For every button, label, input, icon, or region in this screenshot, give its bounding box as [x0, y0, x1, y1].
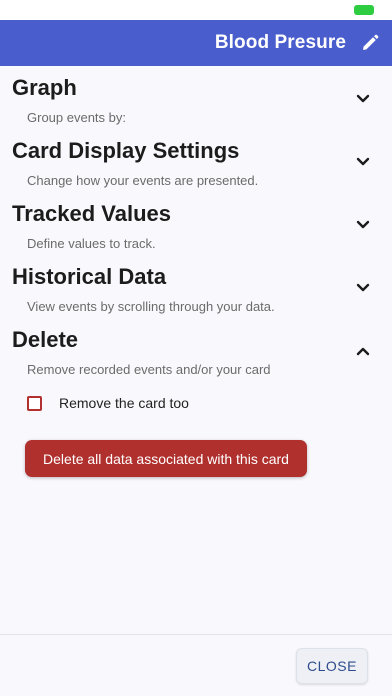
section-subtitle: View events by scrolling through your da…: [27, 299, 275, 314]
section-title: Graph: [12, 75, 77, 100]
section-title: Card Display Settings: [12, 138, 240, 163]
chevron-down-icon[interactable]: [356, 157, 370, 167]
delete-all-data-button[interactable]: Delete all data associated with this car…: [25, 440, 307, 477]
pencil-icon[interactable]: [360, 33, 380, 53]
section-subtitle: Define values to track.: [27, 236, 156, 251]
app-header: Blood Presure: [0, 20, 392, 66]
battery-icon: [354, 5, 374, 15]
page-title: Blood Presure: [214, 32, 346, 53]
chevron-down-icon[interactable]: [356, 220, 370, 230]
section-subtitle: Remove recorded events and/or your card: [27, 362, 271, 377]
section-subtitle: Group events by:: [27, 110, 126, 125]
close-button[interactable]: CLOSE: [296, 648, 368, 684]
section-historical-data[interactable]: Historical Data View events by scrolling…: [0, 255, 392, 318]
section-tracked-values[interactable]: Tracked Values Define values to track.: [0, 192, 392, 255]
section-card-display-settings[interactable]: Card Display Settings Change how your ev…: [0, 129, 392, 192]
settings-list: Graph Group events by: Card Display Sett…: [0, 66, 392, 381]
section-subtitle: Change how your events are presented.: [27, 173, 259, 188]
chevron-up-icon[interactable]: [356, 346, 370, 356]
section-title: Tracked Values: [12, 201, 171, 226]
checkbox-label: Remove the card too: [59, 395, 189, 411]
section-title: Delete: [12, 327, 79, 352]
chevron-down-icon[interactable]: [356, 283, 370, 293]
section-title: Historical Data: [12, 264, 167, 289]
remove-card-checkbox[interactable]: [27, 395, 42, 411]
chevron-down-icon[interactable]: [356, 94, 370, 104]
status-bar: [0, 0, 392, 20]
section-delete[interactable]: Delete Remove recorded events and/or you…: [0, 318, 392, 381]
section-graph[interactable]: Graph Group events by:: [0, 66, 392, 129]
remove-card-checkbox-row[interactable]: Remove the card too: [27, 395, 189, 411]
footer-divider: [0, 634, 392, 635]
